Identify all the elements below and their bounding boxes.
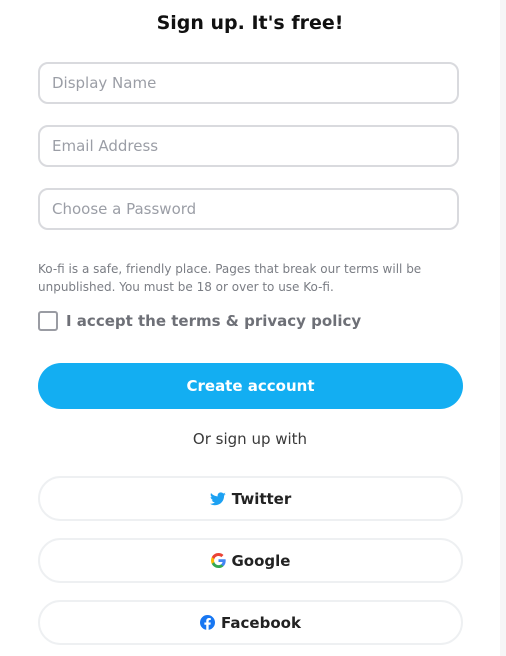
side-strip <box>500 0 506 656</box>
facebook-signup-button[interactable]: Facebook <box>38 600 463 645</box>
google-signup-button[interactable]: Google <box>38 538 463 583</box>
password-input[interactable] <box>38 188 459 230</box>
social-divider-text: Or sign up with <box>192 430 308 448</box>
terms-checkbox[interactable] <box>38 311 58 331</box>
twitter-signup-button[interactable]: Twitter <box>38 476 463 521</box>
google-label: Google <box>231 551 291 570</box>
twitter-label: Twitter <box>231 489 292 508</box>
terms-label[interactable]: I accept the terms & privacy policy <box>66 312 361 330</box>
create-account-button[interactable]: Create account <box>38 363 463 409</box>
facebook-label: Facebook <box>221 613 301 632</box>
email-input[interactable] <box>38 125 459 167</box>
page-title: Sign up. It's free! <box>156 12 344 34</box>
google-icon <box>210 553 226 568</box>
display-name-input[interactable] <box>38 62 459 104</box>
terms-row: I accept the terms & privacy policy <box>38 310 361 332</box>
safety-notice: Ko-fi is a safe, friendly place. Pages t… <box>38 262 422 294</box>
twitter-icon <box>209 491 226 505</box>
facebook-icon <box>200 615 216 630</box>
